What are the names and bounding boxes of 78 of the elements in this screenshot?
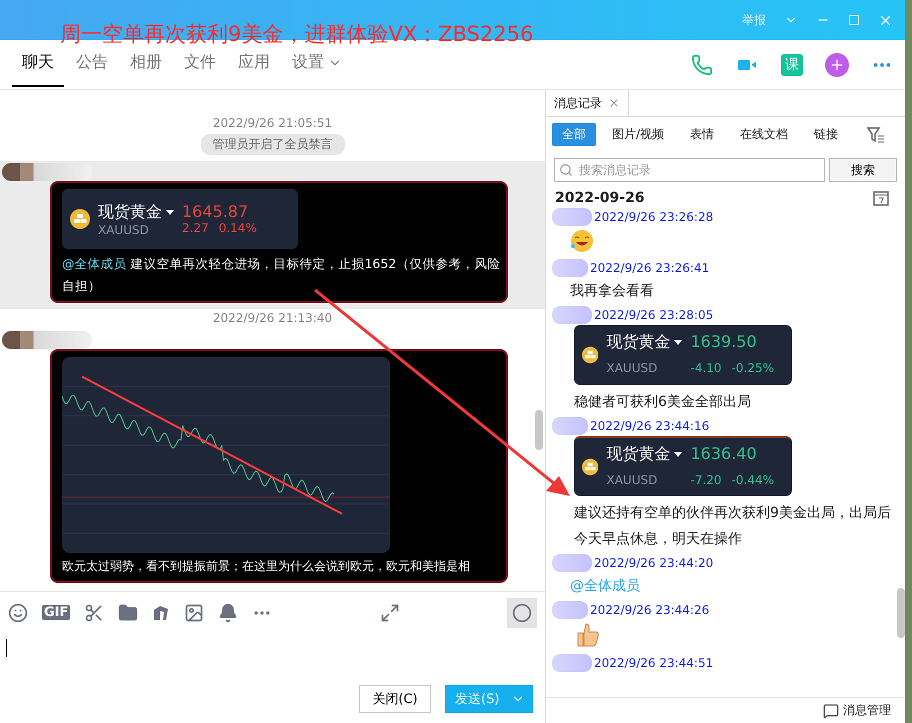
dropdown-triangle-icon (674, 340, 682, 344)
quote-name: 现货黄金 (98, 202, 162, 222)
search-icon (559, 163, 573, 177)
record-time: 2022/9/26 23:44:26 (590, 603, 710, 617)
quote-price: 1645.87 (182, 202, 250, 221)
sender-avatar-placeholder (552, 208, 592, 226)
record-time: 2022/9/26 23:28:05 (594, 308, 714, 322)
laughing-crying-emoji-icon (570, 229, 594, 253)
bell-icon[interactable] (218, 602, 238, 622)
system-notice: 管理员开启了全员禁言 (200, 134, 344, 155)
calendar-icon[interactable] (873, 190, 889, 206)
filter-tab[interactable]: 全部 (552, 123, 596, 146)
record-time: 2022/9/26 23:26:41 (590, 261, 710, 275)
record-time: 2022/9/26 23:44:51 (594, 656, 714, 670)
close-icon[interactable] (608, 97, 620, 109)
quote-name: 现货黄金 (606, 443, 670, 465)
sender-avatar-placeholder (552, 654, 592, 672)
history-tab[interactable]: 消息记录 (546, 90, 629, 116)
send-button[interactable]: 发送(S) (445, 685, 533, 713)
quote-change: -4.10 (690, 361, 722, 375)
close-button[interactable]: 关闭(C) (359, 685, 431, 713)
sender-avatar-placeholder (552, 554, 592, 572)
record-time: 2022/9/26 23:26:28 (594, 210, 714, 224)
scrollbar-thumb[interactable] (535, 410, 543, 450)
sender-avatar-placeholder (552, 417, 588, 435)
nav-tab[interactable]: 聊天 (12, 42, 64, 87)
quote-symbol: XAUUSD (98, 222, 150, 236)
quote-change: -7.20 (690, 473, 722, 487)
thumbs-up-emoji-icon (576, 622, 600, 648)
coin-icon (70, 209, 90, 229)
expand-icon[interactable] (380, 602, 400, 622)
maximize-icon[interactable] (848, 14, 860, 26)
quote-price: 1636.40 (690, 443, 758, 465)
coin-icon (582, 457, 598, 477)
sender-avatar-placeholder (552, 259, 588, 277)
course-icon[interactable]: 课 (781, 54, 803, 76)
dropdown-triangle-icon (166, 210, 174, 214)
phone-icon[interactable] (691, 54, 713, 76)
record-time: 2022/9/26 23:44:16 (590, 419, 710, 433)
quote-name: 现货黄金 (606, 331, 670, 353)
add-icon[interactable] (825, 52, 849, 76)
dropdown-triangle-icon (674, 452, 682, 456)
filter-tab[interactable]: 链接 (804, 123, 848, 146)
record-text: 稳健者可获利6美金全部出局 (574, 393, 752, 412)
image-icon[interactable] (184, 602, 204, 622)
quote-change: 2.27 (182, 221, 209, 235)
coin-icon (582, 345, 598, 365)
record-time: 2022/9/26 23:44:20 (594, 556, 714, 570)
quote-symbol: XAUUSD (606, 360, 658, 377)
record-text: 我再拿会看看 (570, 282, 654, 301)
history-button[interactable] (506, 598, 537, 628)
emoji-icon[interactable] (8, 602, 28, 622)
filter-tab[interactable]: 表情 (680, 123, 724, 146)
scissors-icon[interactable] (84, 602, 104, 622)
filter-icon[interactable] (867, 126, 885, 142)
date-heading: 2022-09-26 (555, 190, 645, 206)
message-manage-link[interactable]: 消息管理 (843, 702, 891, 719)
sender-avatar-placeholder (552, 601, 588, 619)
message-manage-icon (823, 702, 839, 718)
folder-icon[interactable] (118, 602, 138, 622)
search-field[interactable]: 搜索消息记录 (554, 158, 825, 182)
sender-avatar-placeholder (552, 306, 592, 324)
message-text: 欧元太过弱势，看不到提振前景；在这里为什么会说到欧元，欧元和美指是相 (62, 558, 471, 575)
quote-price: 1639.50 (690, 331, 758, 353)
message-text: @全体成员 建议空单再次轻仓进场，目标待定，止损1652（仅供参考，风险自担） (62, 255, 502, 295)
filter-tab[interactable]: 在线文档 (730, 123, 798, 146)
scrollbar-thumb[interactable] (897, 588, 905, 638)
quote-percent: -0.44% (732, 473, 774, 487)
record-text: 建议还持有空单的伙伴再次获利9美金出局，出局后今天早点休息，明天在操作 (574, 504, 892, 549)
message-timestamp: 2022/9/26 21:13:40 (212, 311, 334, 325)
quote-symbol: XAUUSD (606, 472, 658, 489)
search-button[interactable]: 搜索 (829, 158, 897, 182)
message-timestamp: 2022/9/26 21:05:51 (212, 116, 334, 130)
quote-percent: 0.14% (218, 221, 257, 235)
quote-percent: -0.25% (732, 361, 774, 375)
gif-button[interactable]: GIF (42, 605, 70, 620)
mention-link[interactable]: @全体成员 (570, 573, 640, 599)
filter-tab[interactable]: 图片/视频 (602, 123, 674, 146)
